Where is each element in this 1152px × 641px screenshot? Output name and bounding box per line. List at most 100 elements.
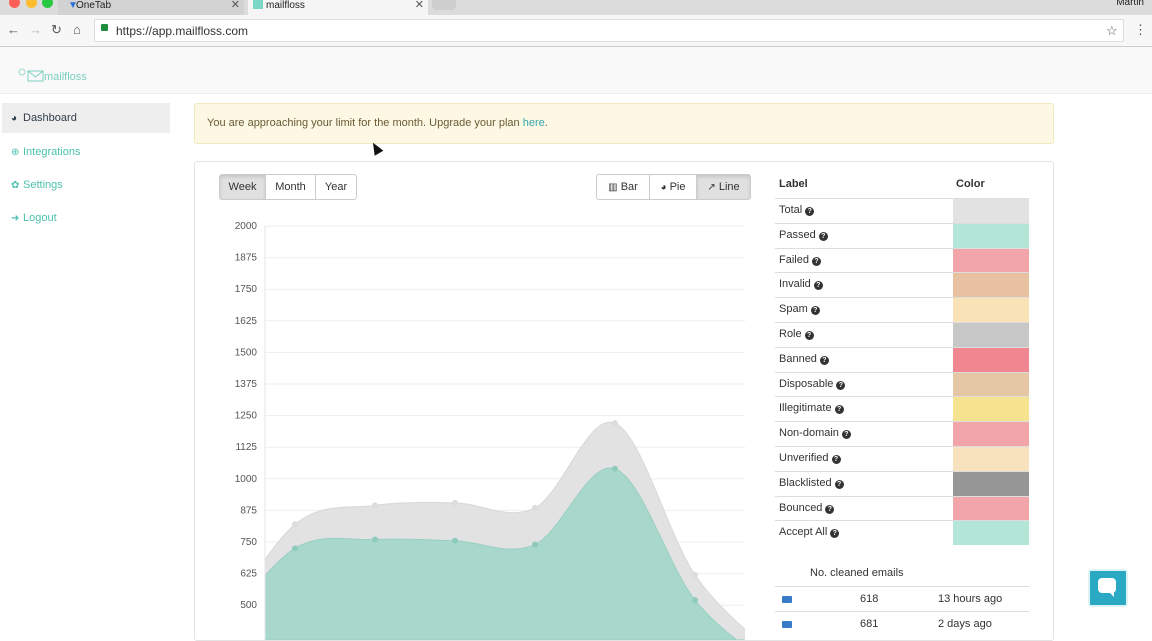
y-tick-label: 625 bbox=[240, 569, 257, 580]
legend-label: Banned? bbox=[779, 353, 829, 365]
help-icon[interactable]: ? bbox=[805, 331, 814, 340]
legend-row: Total? bbox=[775, 198, 1029, 223]
legend-row: Banned? bbox=[775, 347, 1029, 372]
legend-color-swatch bbox=[953, 373, 1029, 397]
help-icon[interactable]: ? bbox=[830, 529, 839, 538]
email-icon bbox=[782, 621, 792, 628]
y-tick-label: 875 bbox=[240, 505, 257, 516]
close-tab-icon[interactable]: ✕ bbox=[231, 0, 240, 11]
help-icon[interactable]: ? bbox=[832, 455, 841, 464]
chat-bubble-icon[interactable] bbox=[1098, 578, 1116, 593]
year-button[interactable]: Year bbox=[315, 174, 357, 200]
legend-label: Unverified? bbox=[779, 452, 841, 464]
legend-label: Total? bbox=[779, 204, 814, 216]
data-point[interactable] bbox=[292, 545, 298, 551]
data-point[interactable] bbox=[612, 466, 618, 472]
week-button[interactable]: Week bbox=[219, 174, 266, 200]
legend-color-swatch bbox=[953, 199, 1029, 223]
sidebar-item-integrations[interactable]: ⊕Integrations bbox=[2, 137, 170, 167]
data-point[interactable] bbox=[692, 572, 698, 578]
close-tab-icon[interactable]: ✕ bbox=[415, 0, 424, 11]
browser-profile-name[interactable]: Martin bbox=[1116, 0, 1144, 8]
browser-tab-mailfloss[interactable]: mailfloss ✕ bbox=[248, 0, 428, 15]
y-tick-label: 1250 bbox=[235, 411, 258, 422]
data-point[interactable] bbox=[612, 420, 618, 426]
legend-color-swatch bbox=[953, 497, 1029, 521]
line-chart-icon: ↗ bbox=[707, 182, 715, 193]
y-tick-label: 500 bbox=[240, 600, 257, 611]
legend-label: Spam? bbox=[779, 303, 820, 315]
logout-icon: ➜ bbox=[11, 204, 23, 234]
help-icon[interactable]: ? bbox=[805, 207, 814, 216]
sidebar-item-logout[interactable]: ➜Logout bbox=[2, 203, 170, 233]
help-icon[interactable]: ? bbox=[820, 356, 829, 365]
legend-row: Disposable? bbox=[775, 372, 1029, 397]
cleaned-emails-header: No. cleaned emails bbox=[810, 567, 904, 579]
help-icon[interactable]: ? bbox=[842, 430, 851, 439]
help-icon[interactable]: ? bbox=[812, 257, 821, 266]
button-label: Bar bbox=[621, 181, 638, 193]
url-input[interactable] bbox=[94, 19, 1124, 42]
logo-text[interactable]: mailfloss bbox=[44, 71, 87, 83]
legend-row: Blacklisted? bbox=[775, 471, 1029, 496]
legend-color-swatch bbox=[953, 249, 1029, 273]
data-point[interactable] bbox=[532, 505, 538, 511]
alert-text: You are approaching your limit for the m… bbox=[207, 117, 523, 129]
bar-chart-button[interactable]: ▥ Bar bbox=[596, 174, 650, 200]
legend-row: Bounced? bbox=[775, 496, 1029, 521]
legend-label: Passed? bbox=[779, 229, 828, 241]
tab-title: mailfloss bbox=[266, 0, 305, 11]
bookmark-star-icon[interactable]: ☆ bbox=[1106, 23, 1118, 39]
help-icon[interactable]: ? bbox=[814, 281, 823, 290]
help-icon[interactable]: ? bbox=[835, 480, 844, 489]
y-tick-label: 1500 bbox=[235, 347, 258, 358]
help-icon[interactable]: ? bbox=[835, 405, 844, 414]
browser-menu-icon[interactable]: ⋮ bbox=[1134, 22, 1147, 38]
y-tick-label: 1375 bbox=[235, 379, 258, 390]
legend-label: Blacklisted? bbox=[779, 477, 844, 489]
month-button[interactable]: Month bbox=[265, 174, 316, 200]
sidebar-item-dashboard[interactable]: ◕Dashboard bbox=[2, 103, 170, 133]
legend-color-swatch bbox=[953, 348, 1029, 372]
sidebar-item-settings[interactable]: ✿Settings bbox=[2, 170, 170, 200]
url-text[interactable]: https://app.mailfloss.com bbox=[116, 24, 248, 38]
mailfloss-logo-icon[interactable] bbox=[18, 67, 44, 83]
upgrade-link[interactable]: here bbox=[523, 117, 545, 129]
data-point[interactable] bbox=[692, 597, 698, 603]
button-label: Line bbox=[719, 181, 740, 193]
pie-chart-button[interactable]: ◕ Pie bbox=[649, 174, 697, 200]
sidebar-item-label: Integrations bbox=[23, 146, 80, 158]
browser-tab-onetab[interactable]: ▼ OneTab ✕ bbox=[58, 0, 244, 15]
y-tick-label: 1875 bbox=[235, 253, 258, 264]
help-icon[interactable]: ? bbox=[819, 232, 828, 241]
legend-color-swatch bbox=[953, 521, 1029, 545]
lock-icon bbox=[101, 24, 108, 31]
legend-color-swatch bbox=[953, 224, 1029, 248]
help-icon[interactable]: ? bbox=[836, 381, 845, 390]
button-label: Pie bbox=[670, 181, 686, 193]
cleaned-count: 681 bbox=[860, 618, 878, 630]
y-tick-label: 1750 bbox=[235, 284, 258, 295]
reload-icon[interactable]: ↻ bbox=[51, 22, 62, 38]
cleaned-row: 618 13 hours ago bbox=[775, 586, 1029, 611]
gear-icon: ✿ bbox=[11, 171, 23, 201]
home-icon[interactable]: ⌂ bbox=[73, 22, 81, 37]
line-chart-button[interactable]: ↗ Line bbox=[696, 174, 751, 200]
back-arrow-icon[interactable]: ← bbox=[7, 22, 20, 37]
data-point[interactable] bbox=[452, 538, 458, 544]
legend-color-swatch bbox=[953, 447, 1029, 471]
legend-row: Role? bbox=[775, 322, 1029, 347]
legend-color-swatch bbox=[953, 273, 1029, 297]
legend-row: Non-domain? bbox=[775, 421, 1029, 446]
data-point[interactable] bbox=[532, 542, 538, 548]
new-tab-button[interactable] bbox=[432, 0, 456, 10]
help-icon[interactable]: ? bbox=[825, 505, 834, 514]
data-point[interactable] bbox=[372, 502, 378, 508]
legend-label: Illegitimate? bbox=[779, 402, 844, 414]
data-point[interactable] bbox=[452, 500, 458, 506]
help-icon[interactable]: ? bbox=[811, 306, 820, 315]
pie-chart-icon: ◕ bbox=[11, 104, 23, 134]
forward-arrow-icon[interactable]: → bbox=[29, 22, 42, 37]
data-point[interactable] bbox=[292, 521, 298, 527]
data-point[interactable] bbox=[372, 536, 378, 542]
